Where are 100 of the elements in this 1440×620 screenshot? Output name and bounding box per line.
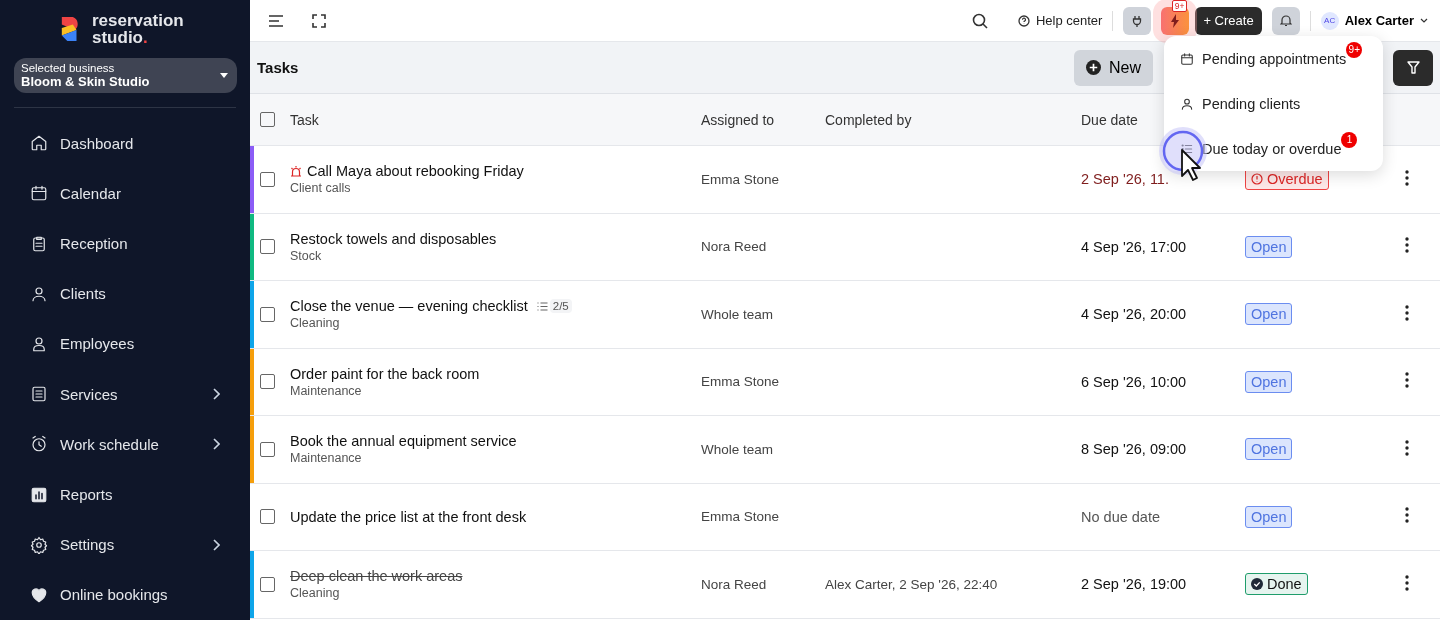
clipboard-icon	[30, 234, 48, 253]
filter-button[interactable]	[1393, 49, 1433, 86]
menu-item[interactable]: Pending clients	[1180, 81, 1317, 126]
task-title: Order paint for the back room	[290, 365, 480, 382]
sidebar-item[interactable]: Calendar	[0, 168, 250, 219]
assignee: Emma Stone	[701, 374, 781, 390]
more-icon	[1405, 169, 1409, 186]
task-checkbox[interactable]	[260, 171, 275, 187]
sidebar-item[interactable]: Settings	[0, 519, 250, 570]
sidebar-item[interactable]: Employees	[0, 318, 250, 370]
sidebar-item[interactable]: Reports	[0, 469, 250, 520]
count-badge: 9+	[1346, 42, 1363, 58]
task-category: Cleaning	[290, 316, 341, 331]
caret-icon	[220, 73, 228, 79]
subtask-count: 2/5	[549, 299, 572, 314]
logo-text: reservation studio.	[92, 12, 184, 46]
chevron-down-icon[interactable]	[1420, 18, 1428, 23]
status-badge: Open	[1245, 303, 1293, 326]
chart-icon	[30, 485, 48, 504]
alert-icon	[1251, 173, 1263, 186]
due-date: 4 Sep '26, 17:00	[1081, 238, 1187, 255]
task-title: Update the price list at the front desk	[290, 508, 527, 525]
task-title: Close the venue — evening checklist	[290, 298, 528, 315]
user-menu[interactable]: Alex Carter	[1344, 13, 1414, 28]
search-icon[interactable]	[971, 12, 988, 29]
task-checkbox[interactable]	[260, 374, 275, 390]
task-checkbox[interactable]	[260, 576, 275, 592]
task-category: Cleaning	[290, 586, 341, 601]
task-title: Restock towels and disposables	[290, 230, 497, 247]
calendar-icon	[1180, 51, 1194, 66]
task-checkbox[interactable]	[260, 441, 275, 457]
document-icon	[30, 385, 48, 404]
assignee: Nora Reed	[701, 576, 768, 592]
menu-icon[interactable]	[268, 13, 284, 28]
person-icon	[30, 334, 48, 353]
sidebar-item[interactable]: Clients	[0, 268, 250, 319]
create-button[interactable]: + Create	[1195, 6, 1262, 35]
sidebar-item[interactable]: Dashboard	[0, 118, 250, 169]
task-category: Maintenance	[290, 383, 363, 398]
due-date: 2 Sep '26, 19:00	[1081, 576, 1187, 593]
lightning-icon	[1170, 13, 1181, 28]
page-title: Tasks	[257, 59, 299, 76]
task-title: Deep clean the work areas	[290, 568, 463, 585]
chevron-right-icon	[212, 438, 220, 451]
status-badge: Open	[1245, 438, 1293, 461]
chevron-right-icon	[212, 388, 220, 401]
count-badge: 1	[1341, 132, 1358, 148]
due-date: 8 Sep '26, 09:00	[1081, 441, 1187, 458]
more-icon	[1405, 507, 1409, 524]
notification-badge: 9+	[1171, 0, 1188, 12]
due-date: 6 Sep '26, 10:00	[1081, 373, 1187, 390]
task-title: Book the annual equipment service	[290, 433, 517, 450]
plus-circle-icon	[1086, 60, 1101, 75]
fullscreen-icon[interactable]	[312, 13, 326, 28]
more-icon	[1405, 372, 1409, 389]
column-header: Task	[290, 111, 320, 128]
status-badge: Open	[1245, 235, 1293, 258]
select-all-checkbox[interactable]	[260, 112, 275, 127]
status-badge: Open	[1245, 505, 1293, 528]
help-icon	[1017, 14, 1030, 27]
more-icon	[1405, 304, 1409, 321]
user-avatar[interactable]: AC	[1320, 11, 1339, 30]
completed-by: Alex Carter, 2 Sep '26, 22:40	[825, 576, 998, 592]
person-icon	[30, 284, 48, 303]
check-circle-icon	[1251, 578, 1263, 591]
assignee: Emma Stone	[701, 509, 781, 525]
more-icon	[1405, 237, 1409, 254]
assignee: Whole team	[701, 306, 775, 322]
sidebar-item[interactable]: Services	[0, 369, 250, 420]
calendar-icon	[30, 184, 48, 203]
assignee: Emma Stone	[701, 171, 781, 187]
business-selector[interactable]: Selected business Bloom & Skin Studio	[14, 58, 237, 94]
sidebar-item[interactable]: Online bookings	[0, 569, 250, 620]
task-checkbox[interactable]	[260, 239, 275, 255]
sidebar-item[interactable]: Reception	[0, 218, 250, 269]
list-icon	[536, 301, 548, 311]
task-title: Call Maya about rebooking Friday	[307, 163, 524, 180]
task-category: Stock	[290, 248, 323, 263]
column-header: Completed by	[825, 111, 913, 128]
assignee: Nora Reed	[701, 239, 768, 255]
more-icon	[1405, 439, 1409, 456]
notifications-button[interactable]	[1271, 6, 1300, 35]
filter-icon	[1406, 61, 1420, 74]
new-task-button[interactable]: New	[1074, 49, 1153, 86]
help-center-link[interactable]: Help center	[1035, 13, 1103, 28]
plug-button[interactable]	[1123, 6, 1152, 35]
due-date: No due date	[1081, 508, 1160, 525]
task-checkbox[interactable]	[260, 306, 275, 322]
home-icon	[30, 134, 48, 153]
plug-icon	[1131, 14, 1144, 27]
list-icon	[1180, 141, 1194, 156]
task-checkbox[interactable]	[260, 509, 275, 525]
task-category: Client calls	[290, 181, 352, 196]
person-icon	[1180, 96, 1194, 111]
sidebar-item[interactable]: Work schedule	[0, 419, 250, 470]
status-badge: Open	[1245, 370, 1293, 393]
column-header: Assigned to	[701, 111, 776, 128]
more-icon	[1405, 574, 1409, 591]
chevron-right-icon	[212, 538, 220, 551]
assignee: Whole team	[701, 441, 775, 457]
